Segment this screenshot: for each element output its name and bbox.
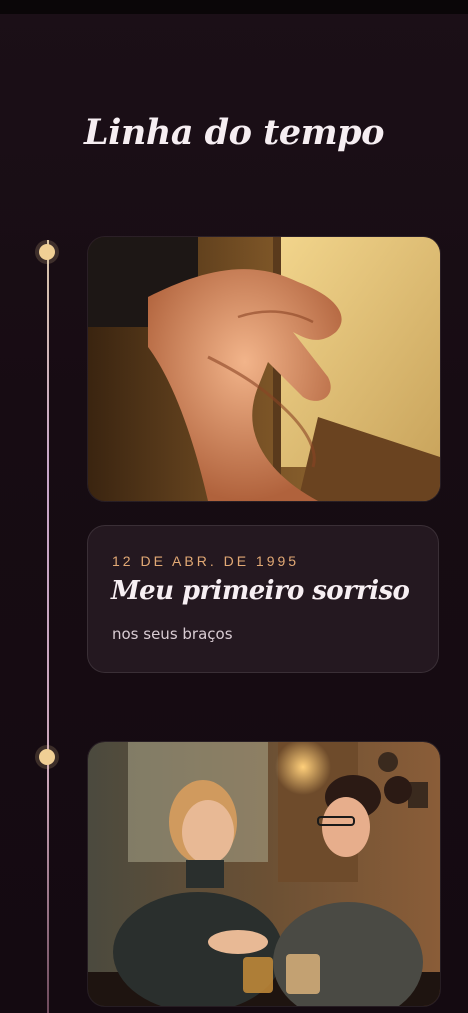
- entry-date: 12 DE ABR. DE 1995: [112, 553, 300, 569]
- memory-photo-cafe[interactable]: [87, 741, 441, 1007]
- page-title: Linha do tempo: [84, 112, 384, 153]
- timeline-screen: Linha do tempo 12 DE ABR. DE 1995 Meu pr…: [0, 0, 468, 1013]
- entry-title: Meu primeiro sorriso: [111, 576, 410, 606]
- entry-subtitle: nos seus braços: [112, 625, 233, 643]
- hands-photo-illustration: [88, 237, 440, 501]
- timeline-dot: [39, 244, 55, 260]
- cafe-photo-illustration: [88, 742, 440, 1006]
- memory-photo-hands[interactable]: [87, 236, 441, 502]
- timeline-rail: [47, 240, 49, 1013]
- timeline-entry-card[interactable]: 12 DE ABR. DE 1995 Meu primeiro sorriso …: [87, 525, 439, 673]
- timeline-dot: [39, 749, 55, 765]
- status-bar-strip: [0, 0, 468, 14]
